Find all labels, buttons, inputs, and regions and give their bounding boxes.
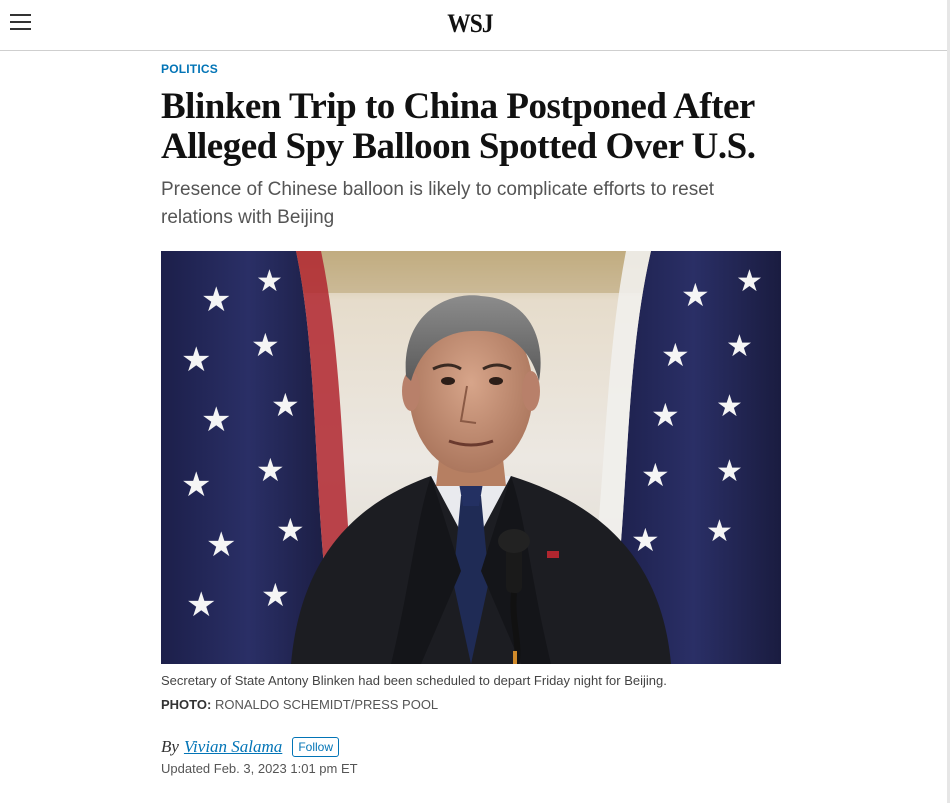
svg-text:★: ★ bbox=[681, 276, 710, 314]
svg-text:★: ★ bbox=[661, 336, 690, 374]
article-photo: ★ ★ ★ ★ ★ ★ ★ ★ ★ ★ ★ ★ ★ ★ ★ ★ ★ ★ ★ ★ … bbox=[161, 251, 781, 664]
svg-text:★: ★ bbox=[651, 396, 680, 434]
svg-text:★: ★ bbox=[271, 386, 300, 424]
svg-text:★: ★ bbox=[181, 465, 211, 505]
svg-text:★: ★ bbox=[706, 514, 733, 549]
author-link[interactable]: Vivian Salama bbox=[184, 737, 282, 757]
byline-prefix: By bbox=[161, 737, 179, 756]
svg-text:★: ★ bbox=[736, 264, 763, 299]
photo-credit-value: RONALDO SCHEMIDT/PRESS POOL bbox=[214, 697, 439, 712]
photo-credit: PHOTO: RONALDO SCHEMIDT/PRESS POOL bbox=[161, 696, 781, 713]
svg-text:★: ★ bbox=[201, 400, 231, 440]
byline: By Vivian Salama Follow bbox=[161, 735, 339, 759]
svg-text:★: ★ bbox=[716, 454, 743, 489]
article-timestamp: Updated Feb. 3, 2023 1:01 pm ET bbox=[161, 761, 358, 776]
article-header: POLITICS Blinken Trip to China Postponed… bbox=[161, 60, 781, 232]
svg-text:★: ★ bbox=[261, 576, 290, 614]
wsj-logo[interactable]: WSJ bbox=[443, 9, 497, 39]
photo-caption: Secretary of State Antony Blinken had be… bbox=[161, 673, 667, 688]
hamburger-menu-icon[interactable] bbox=[10, 13, 32, 31]
svg-text:★: ★ bbox=[251, 326, 280, 364]
svg-text:★: ★ bbox=[201, 280, 231, 320]
svg-text:★: ★ bbox=[716, 389, 743, 424]
svg-text:★: ★ bbox=[631, 521, 660, 559]
photo-credit-label: PHOTO: bbox=[161, 697, 212, 712]
section-link-politics[interactable]: POLITICS bbox=[161, 62, 218, 76]
top-navigation-bar: WSJ bbox=[0, 0, 947, 51]
photo-illustration: ★ ★ ★ ★ ★ ★ ★ ★ ★ ★ ★ ★ ★ ★ ★ ★ ★ ★ ★ ★ … bbox=[161, 251, 781, 664]
svg-text:★: ★ bbox=[276, 511, 305, 549]
svg-text:★: ★ bbox=[726, 329, 753, 364]
svg-text:★: ★ bbox=[186, 585, 216, 625]
article-dek: Presence of Chinese balloon is likely to… bbox=[161, 179, 715, 228]
svg-text:★: ★ bbox=[256, 264, 283, 299]
svg-text:★: ★ bbox=[181, 340, 211, 380]
svg-text:★: ★ bbox=[206, 525, 236, 565]
svg-text:★: ★ bbox=[256, 451, 285, 489]
article-headline: Blinken Trip to China Postponed After Al… bbox=[161, 86, 756, 167]
follow-button[interactable]: Follow bbox=[292, 737, 339, 757]
svg-text:★: ★ bbox=[641, 456, 670, 494]
